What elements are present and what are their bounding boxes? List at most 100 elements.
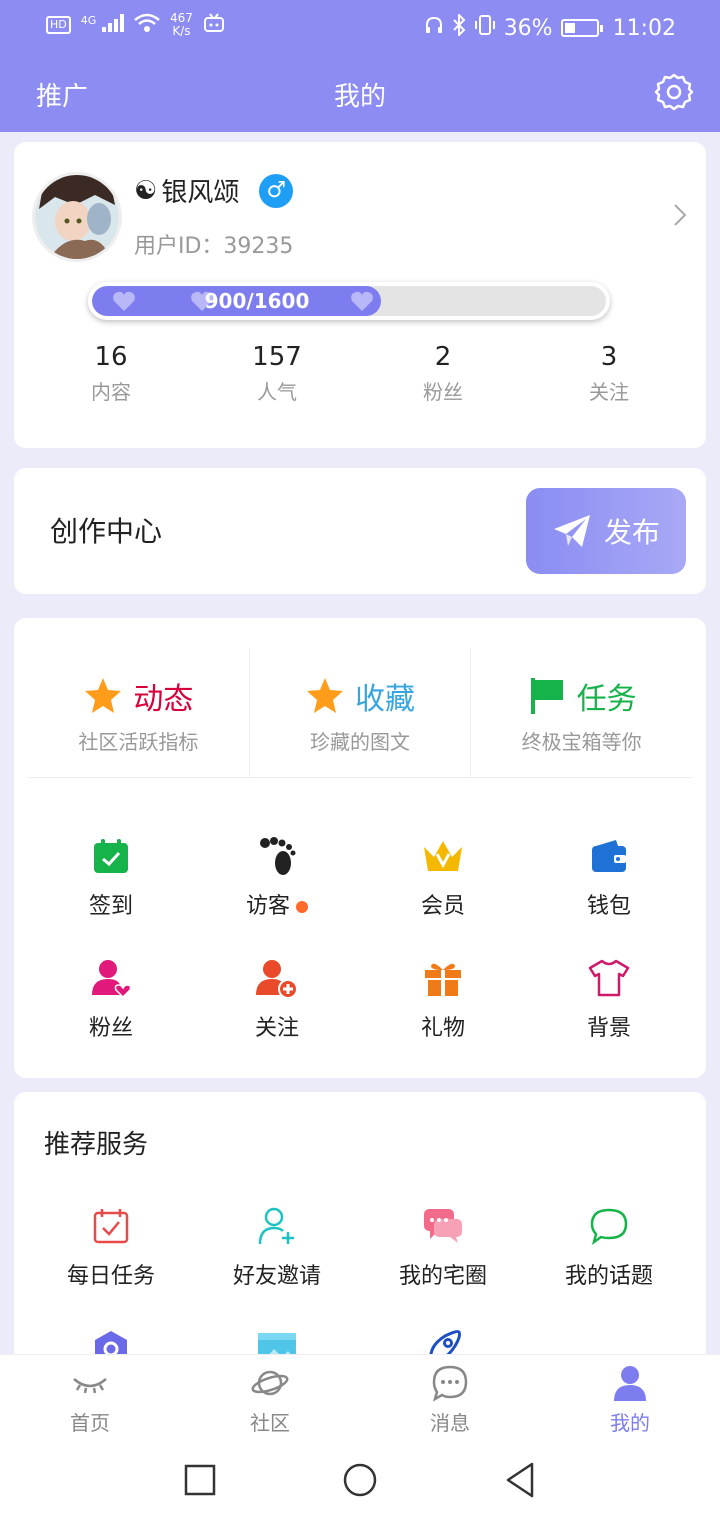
shortcut-grid-row-2: 粉丝 关注 礼物 背景 <box>28 956 692 1042</box>
profile-card[interactable]: ☯ 银风颂 ♂ 用户ID：39235 900/1600 16 内容 157 人气… <box>14 142 706 448</box>
bottom-nav: 首页 社区 消息 我的 <box>0 1354 720 1444</box>
publish-button[interactable]: 发布 <box>526 488 686 574</box>
service-label: 我的宅圈 <box>398 1264 487 1289</box>
service-invite-friends[interactable]: 好友邀请 <box>194 1204 360 1290</box>
grid-label: 签到 <box>88 894 133 919</box>
feature-row: 动态 社区活跃指标 收藏 珍藏的图文 任务 终极宝箱等你 <box>28 648 692 778</box>
feature-title: 动态 <box>133 682 194 717</box>
grid-item-gift[interactable]: 礼物 <box>360 956 526 1042</box>
nav-item-community[interactable]: 社区 <box>180 1355 360 1444</box>
creation-center-title: 创作中心 <box>50 515 163 548</box>
star-icon <box>307 678 343 713</box>
network-speed: 467 K/s <box>170 11 193 38</box>
tv-icon <box>203 12 225 38</box>
avatar[interactable] <box>32 172 122 262</box>
progress-text: 900/1600 <box>204 289 310 313</box>
feature-tasks[interactable]: 任务 终极宝箱等你 <box>470 648 692 777</box>
stat-label: 内容 <box>91 380 131 404</box>
feature-subtitle: 珍藏的图文 <box>310 730 410 754</box>
stat-value: 3 <box>600 342 618 372</box>
nav-item-home[interactable]: 首页 <box>0 1355 180 1444</box>
chat-bubbles-icon <box>421 1204 465 1248</box>
user-id: 用户ID：39235 <box>134 234 294 259</box>
nav-item-mine[interactable]: 我的 <box>540 1355 720 1444</box>
wallet-icon <box>587 834 631 878</box>
back-icon[interactable] <box>506 1462 534 1498</box>
flag-icon <box>530 678 563 714</box>
chevron-right-icon[interactable] <box>672 202 688 235</box>
gift-icon <box>421 956 465 1000</box>
feature-activity[interactable]: 动态 社区活跃指标 <box>28 648 249 777</box>
grid-item-checkin[interactable]: 签到 <box>28 834 194 920</box>
service-label: 好友邀请 <box>232 1264 321 1289</box>
user-plus-icon <box>255 956 299 1000</box>
features-card: 动态 社区活跃指标 收藏 珍藏的图文 任务 终极宝箱等你 签到 访客 会员 钱包… <box>14 618 706 1078</box>
service-my-topics[interactable]: 我的话题 <box>526 1204 692 1290</box>
feature-favorites[interactable]: 收藏 珍藏的图文 <box>248 648 471 777</box>
settings-gear-icon[interactable] <box>654 72 694 112</box>
user-invite-icon <box>255 1204 299 1248</box>
notification-dot <box>296 901 308 913</box>
feature-title: 任务 <box>576 682 637 717</box>
nav-item-messages[interactable]: 消息 <box>360 1355 540 1444</box>
recommend-title: 推荐服务 <box>44 1130 149 1160</box>
star-icon <box>85 678 122 713</box>
nav-label: 我的 <box>610 1411 650 1435</box>
battery-icon <box>560 19 603 37</box>
service-label: 每日任务 <box>66 1264 155 1289</box>
feature-subtitle: 社区活跃指标 <box>78 730 199 754</box>
yinyang-icon: ☯ <box>134 175 158 206</box>
stat-label: 关注 <box>589 380 629 404</box>
grid-item-fans[interactable]: 粉丝 <box>28 956 194 1042</box>
system-nav-bar <box>0 1444 720 1520</box>
battery-percent: 36% <box>503 15 553 41</box>
grid-label: 背景 <box>586 1016 631 1041</box>
stat-value: 157 <box>252 342 302 372</box>
nav-label: 首页 <box>70 1411 110 1435</box>
recent-apps-icon[interactable] <box>184 1464 216 1496</box>
app-header: 推广 我的 <box>0 58 720 132</box>
stat-value: 2 <box>434 342 452 372</box>
message-icon <box>430 1363 470 1403</box>
user-icon <box>610 1363 650 1403</box>
grid-label: 关注 <box>254 1016 299 1041</box>
stat-content[interactable]: 16 内容 <box>28 342 194 405</box>
vibrate-icon <box>474 14 496 42</box>
grid-label: 粉丝 <box>88 1016 133 1041</box>
signal-icon: 4G <box>81 13 125 37</box>
stat-fans[interactable]: 2 粉丝 <box>360 342 526 405</box>
creation-center-card: 创作中心 发布 <box>14 468 706 594</box>
recommend-row-1: 每日任务 好友邀请 我的宅圈 我的话题 <box>28 1204 692 1290</box>
grid-item-visitors[interactable]: 访客 <box>194 834 360 920</box>
tshirt-icon <box>587 956 631 1000</box>
grid-label: 会员 <box>420 894 465 919</box>
chat-icon <box>587 1204 631 1248</box>
grid-item-background[interactable]: 背景 <box>526 956 692 1042</box>
hd-badge: HD <box>46 16 71 34</box>
home-icon[interactable] <box>343 1463 377 1497</box>
stat-popularity[interactable]: 157 人气 <box>194 342 360 405</box>
page-title: 我的 <box>333 82 386 112</box>
stat-label: 粉丝 <box>423 380 463 404</box>
grid-label: 礼物 <box>420 1016 465 1041</box>
stats-row: 16 内容 157 人气 2 粉丝 3 关注 <box>28 342 692 405</box>
stat-following[interactable]: 3 关注 <box>526 342 692 405</box>
service-daily-task[interactable]: 每日任务 <box>28 1204 194 1290</box>
paper-plane-icon <box>553 515 590 547</box>
calendar-check-icon <box>89 834 133 878</box>
headphone-icon <box>424 15 444 41</box>
grid-item-following[interactable]: 关注 <box>194 956 360 1042</box>
status-bar: HD 4G 467 K/s 36% 11:02 <box>0 0 720 58</box>
crown-icon <box>421 834 465 878</box>
nav-label: 社区 <box>250 1411 290 1435</box>
calendar-task-icon <box>89 1204 133 1248</box>
planet-icon <box>250 1363 290 1403</box>
grid-label: 钱包 <box>586 894 631 919</box>
feature-subtitle: 终极宝箱等你 <box>521 730 642 754</box>
publish-label: 发布 <box>603 517 660 548</box>
grid-item-vip[interactable]: 会员 <box>360 834 526 920</box>
nav-label: 消息 <box>430 1411 470 1435</box>
grid-item-wallet[interactable]: 钱包 <box>526 834 692 920</box>
nickname-text: 银风颂 <box>161 178 240 208</box>
service-my-circle[interactable]: 我的宅圈 <box>360 1204 526 1290</box>
